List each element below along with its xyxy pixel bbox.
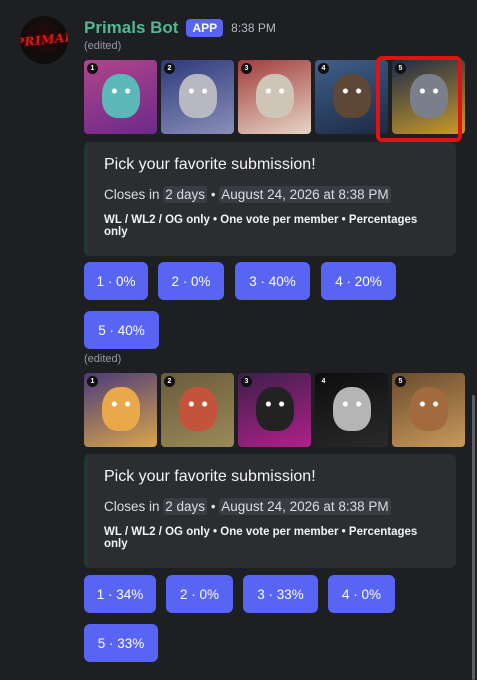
- image-gallery: 1 2 3 4 5: [84, 373, 465, 447]
- edited-label: (edited): [84, 40, 122, 52]
- vote-button-3[interactable]: 3 · 33%: [243, 575, 318, 613]
- thumbnail-number: 1: [87, 376, 98, 387]
- thumbnail-3[interactable]: 3: [238, 373, 311, 447]
- highlight-box: [376, 56, 462, 142]
- thumbnail-1[interactable]: 1: [84, 373, 157, 447]
- thumbnail-number: 5: [395, 376, 406, 387]
- bot-avatar[interactable]: PRIMAL: [20, 16, 68, 64]
- poll-rules: WL / WL2 / OG only • One vote per member…: [104, 526, 418, 550]
- vote-button-1[interactable]: 1 · 34%: [84, 575, 156, 613]
- message-timestamp: 8:38 PM: [231, 21, 276, 35]
- thumbnail-number: 4: [318, 63, 329, 74]
- closes-prefix: Closes in: [104, 187, 164, 202]
- app-badge: APP: [186, 19, 224, 37]
- poll-title: Pick your favorite submission!: [104, 468, 316, 485]
- poll-embed: Pick your favorite submission! Closes in…: [84, 142, 456, 256]
- closes-in: 2 days: [163, 186, 208, 203]
- poll-title: Pick your favorite submission!: [104, 156, 316, 173]
- vote-button-5[interactable]: 5 · 33%: [84, 624, 158, 662]
- thumbnail-number: 3: [241, 376, 252, 387]
- thumbnail-1[interactable]: 1: [84, 60, 157, 134]
- vote-button-4[interactable]: 4 · 0%: [328, 575, 395, 613]
- poll-closes: Closes in 2 days • August 24, 2026 at 8:…: [104, 186, 440, 203]
- bot-name[interactable]: Primals Bot: [84, 18, 178, 38]
- thumbnail-number: 2: [164, 376, 175, 387]
- thumbnail-4[interactable]: 4: [315, 373, 388, 447]
- thumbnail-2[interactable]: 2: [161, 60, 234, 134]
- thumbnail-number: 2: [164, 63, 175, 74]
- vote-button-3[interactable]: 3 · 40%: [235, 262, 310, 300]
- scrollbar[interactable]: [472, 395, 475, 680]
- thumbnail-3[interactable]: 3: [238, 60, 311, 134]
- poll-closes: Closes in 2 days • August 24, 2026 at 8:…: [104, 498, 440, 515]
- thumbnail-number: 3: [241, 63, 252, 74]
- vote-button-4[interactable]: 4 · 20%: [321, 262, 396, 300]
- closes-separator: •: [207, 499, 220, 514]
- message-header: Primals Bot APP 8:38 PM: [84, 18, 276, 38]
- vote-button-2[interactable]: 2 · 0%: [158, 262, 224, 300]
- vote-button-1[interactable]: 1 · 0%: [84, 262, 148, 300]
- closes-date: August 24, 2026 at 8:38 PM: [219, 498, 391, 515]
- poll-embed: Pick your favorite submission! Closes in…: [84, 454, 456, 568]
- closes-date: August 24, 2026 at 8:38 PM: [219, 186, 391, 203]
- vote-button-2[interactable]: 2 · 0%: [166, 575, 233, 613]
- closes-in: 2 days: [163, 498, 208, 515]
- thumbnail-number: 4: [318, 376, 329, 387]
- edited-label: (edited): [84, 353, 122, 365]
- poll-rules: WL / WL2 / OG only • One vote per member…: [104, 214, 418, 238]
- closes-prefix: Closes in: [104, 499, 164, 514]
- thumbnail-2[interactable]: 2: [161, 373, 234, 447]
- thumbnail-number: 1: [87, 63, 98, 74]
- closes-separator: •: [207, 187, 220, 202]
- vote-button-5[interactable]: 5 · 40%: [84, 311, 159, 349]
- thumbnail-5[interactable]: 5: [392, 373, 465, 447]
- avatar-logo: PRIMAL: [20, 29, 68, 51]
